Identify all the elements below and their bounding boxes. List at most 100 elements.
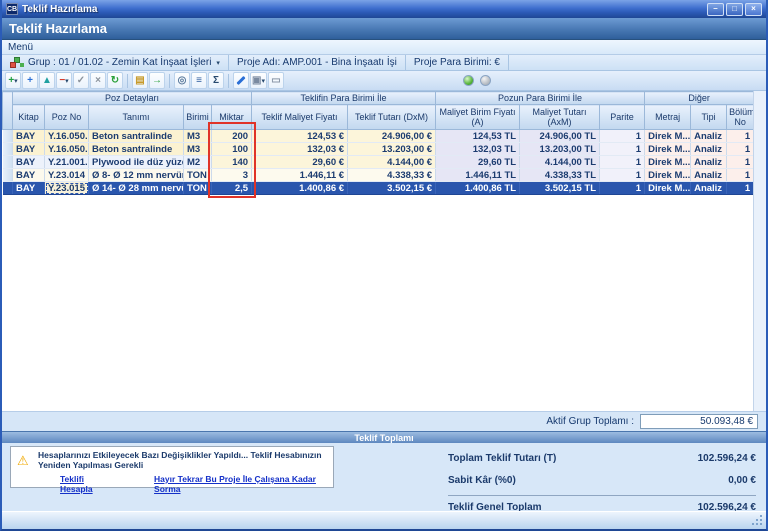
cell-teklif-maliyet[interactable]: 132,03 €: [252, 143, 348, 156]
cell-bolum-no[interactable]: 1: [727, 182, 754, 195]
cell-teklif-maliyet[interactable]: 29,60 €: [252, 156, 348, 169]
sum-button[interactable]: Σ: [208, 72, 224, 89]
maximize-button[interactable]: □: [726, 3, 743, 16]
cell-tipi[interactable]: Analiz: [691, 143, 727, 156]
table-row[interactable]: BAY Y.16.050... Beton santralinde M3 100…: [3, 143, 754, 156]
cell-tipi[interactable]: Analiz: [691, 130, 727, 143]
table-row[interactable]: BAY Y.21.001... Plywood ile düz yüzeyli …: [3, 156, 754, 169]
column-header-maliyet-tutari[interactable]: Maliyet Tutarı (AxM): [520, 105, 600, 130]
column-header-parite[interactable]: Parite: [600, 105, 645, 130]
cell-tanimi[interactable]: Beton santralinde: [89, 130, 184, 143]
band-pozun-para-birimi[interactable]: Pozun Para Birimi İle: [436, 92, 645, 105]
cell-teklif-tutari[interactable]: 13.203,00 €: [348, 143, 436, 156]
cell-kitap[interactable]: BAY: [13, 156, 45, 169]
cell-tanimi[interactable]: Ø 14- Ø 28 mm nervürlü: [89, 182, 184, 195]
cell-bolum-no[interactable]: 1: [727, 156, 754, 169]
cell-metraj[interactable]: Direk M...: [645, 182, 691, 195]
column-header-teklif-maliyet[interactable]: Teklif Maliyet Fiyatı: [252, 105, 348, 130]
column-header-maliyet-birim[interactable]: Maliyet Birim Fiyatı (A): [436, 105, 520, 130]
cell-metraj[interactable]: Direk M...: [645, 130, 691, 143]
add-sub-button[interactable]: +: [22, 72, 38, 89]
delete-button[interactable]: −▾: [56, 72, 72, 89]
cell-teklif-maliyet[interactable]: 1.446,11 €: [252, 169, 348, 182]
chevron-down-icon[interactable]: ▾: [14, 77, 18, 85]
group-selector[interactable]: Grup : 01 / 01.02 - Zemin Kat İnşaat İşl…: [2, 55, 229, 70]
cell-teklif-tutari[interactable]: 4.338,33 €: [348, 169, 436, 182]
cell-tipi[interactable]: Analiz: [691, 156, 727, 169]
cell-tanimi[interactable]: Plywood ile düz yüzeyli: [89, 156, 184, 169]
cell-maliyet-birim[interactable]: 1.446,11 TL: [436, 169, 520, 182]
row-indicator[interactable]: [3, 143, 13, 156]
nav-active-icon[interactable]: [463, 75, 474, 86]
row-indicator[interactable]: [3, 182, 13, 195]
column-header-metraj[interactable]: Metraj: [645, 105, 691, 130]
cell-metraj[interactable]: Direk M...: [645, 143, 691, 156]
cell-pozno[interactable]: Y.23.014: [45, 169, 89, 182]
chevron-down-icon[interactable]: ▾: [65, 77, 69, 85]
import-button[interactable]: →: [149, 72, 165, 89]
row-indicator[interactable]: [3, 156, 13, 169]
table-row[interactable]: BAY Y.16.050... Beton santralinde M3 200…: [3, 130, 754, 143]
edit-button[interactable]: [233, 72, 249, 89]
cell-maliyet-tutari[interactable]: 24.906,00 TL: [520, 130, 600, 143]
cell-parite[interactable]: 1: [600, 130, 645, 143]
nav-inactive-icon[interactable]: [480, 75, 491, 86]
resize-grip[interactable]: [760, 523, 762, 525]
cell-maliyet-tutari[interactable]: 4.144,00 TL: [520, 156, 600, 169]
column-header-kitap[interactable]: Kitap: [13, 105, 45, 130]
cell-pozno[interactable]: Y.16.050...: [45, 130, 89, 143]
cell-kitap[interactable]: BAY: [13, 169, 45, 182]
cell-pozno-focused[interactable]: Y.23.015: [45, 182, 89, 195]
confirm-button[interactable]: ✓: [73, 72, 89, 89]
row-indicator[interactable]: [3, 130, 13, 143]
cell-teklif-tutari[interactable]: 4.144,00 €: [348, 156, 436, 169]
cell-tanimi[interactable]: Ø 8- Ø 12 mm nervürlü: [89, 169, 184, 182]
add-button[interactable]: +▾: [5, 72, 21, 89]
menu-item-menu[interactable]: Menü: [8, 42, 33, 53]
cell-tipi[interactable]: Analiz: [691, 182, 727, 195]
table-row[interactable]: BAY Y.23.014 Ø 8- Ø 12 mm nervürlü TON 3…: [3, 169, 754, 182]
band-poz-detaylari[interactable]: Poz Detayları: [13, 92, 252, 105]
cell-maliyet-birim[interactable]: 29,60 TL: [436, 156, 520, 169]
pyramid-button[interactable]: ▲: [39, 72, 55, 89]
cell-maliyet-birim[interactable]: 124,53 TL: [436, 130, 520, 143]
table-row-selected[interactable]: BAY Y.23.015 Ø 14- Ø 28 mm nervürlü TON …: [3, 182, 754, 195]
column-header-pozno[interactable]: Poz No: [45, 105, 89, 130]
cell-teklif-maliyet[interactable]: 124,53 €: [252, 130, 348, 143]
cell-maliyet-birim[interactable]: 1.400,86 TL: [436, 182, 520, 195]
refresh-button[interactable]: ↻: [107, 72, 123, 89]
cell-maliyet-tutari[interactable]: 4.338,33 TL: [520, 169, 600, 182]
cell-parite[interactable]: 1: [600, 156, 645, 169]
tree-view-button[interactable]: ≡: [191, 72, 207, 89]
cell-teklif-tutari[interactable]: 24.906,00 €: [348, 130, 436, 143]
column-header-teklif-tutari[interactable]: Teklif Tutarı (DxM): [348, 105, 436, 130]
cell-maliyet-tutari[interactable]: 3.502,15 TL: [520, 182, 600, 195]
layers-button[interactable]: ▤: [132, 72, 148, 89]
cell-tipi[interactable]: Analiz: [691, 169, 727, 182]
vertical-scrollbar[interactable]: [753, 91, 766, 411]
print-button[interactable]: ▭: [268, 72, 284, 89]
cell-teklif-tutari[interactable]: 3.502,15 €: [348, 182, 436, 195]
cell-pozno[interactable]: Y.16.050...: [45, 143, 89, 156]
band-teklif-para-birimi[interactable]: Teklifin Para Birimi İle: [252, 92, 436, 105]
cell-kitap[interactable]: BAY: [13, 143, 45, 156]
cell-bolum-no[interactable]: 1: [727, 169, 754, 182]
cell-bolum-no[interactable]: 1: [727, 143, 754, 156]
copy-button[interactable]: ▣▾: [250, 72, 267, 89]
chevron-down-icon[interactable]: ▾: [261, 77, 265, 85]
row-indicator[interactable]: [3, 169, 13, 182]
cell-maliyet-tutari[interactable]: 13.203,00 TL: [520, 143, 600, 156]
cell-parite[interactable]: 1: [600, 143, 645, 156]
cell-pozno[interactable]: Y.21.001...: [45, 156, 89, 169]
calculate-offer-link[interactable]: Teklifi Hesapla: [60, 474, 114, 494]
cell-metraj[interactable]: Direk M...: [645, 156, 691, 169]
column-header-bolum-no[interactable]: Bölüm No: [727, 105, 754, 130]
cell-bolum-no[interactable]: 1: [727, 130, 754, 143]
dismiss-warning-link[interactable]: Hayır Tekrar Bu Proje İle Çalışana Kadar…: [154, 474, 329, 494]
window-titlebar[interactable]: CB Teklif Hazırlama – □ ×: [2, 0, 766, 18]
column-header-tipi[interactable]: Tipi: [691, 105, 727, 130]
band-diger[interactable]: Diğer: [645, 92, 754, 105]
cell-metraj[interactable]: Direk M...: [645, 169, 691, 182]
cancel-button[interactable]: ×: [90, 72, 106, 89]
cell-kitap[interactable]: BAY: [13, 182, 45, 195]
